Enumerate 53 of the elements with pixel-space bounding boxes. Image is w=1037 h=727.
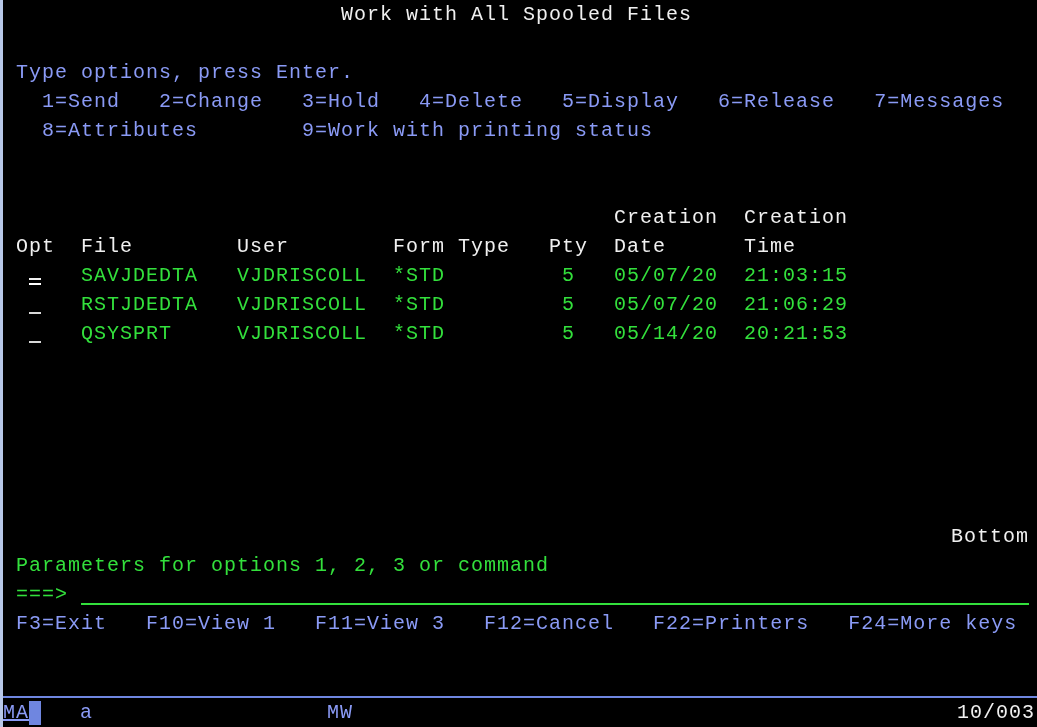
status-field: a (80, 702, 94, 723)
table-cell: 05/07/20 (614, 292, 718, 316)
table-cell: 5 (562, 321, 575, 345)
column-header: File (81, 234, 133, 258)
table-cell: *STD (393, 263, 445, 287)
table-cell: VJDRISCOLL (237, 292, 368, 316)
column-header: Form Type (393, 234, 511, 258)
parameters-label: Parameters for options 1, 2, 3 or command (16, 555, 550, 576)
cursor-icon (29, 277, 41, 280)
table-cell: 05/07/20 (614, 263, 718, 287)
option-legend: 3=Hold (302, 91, 381, 112)
more-indicator: Bottom (951, 526, 1029, 547)
option-legend: 5=Display (562, 91, 680, 112)
table-cell: 05/14/20 (614, 321, 718, 345)
table-cell: RSTJDEDTA (81, 292, 199, 316)
cursor-icon (29, 700, 41, 725)
cursor-position: 10/003 (957, 702, 1036, 723)
table-cell: *STD (393, 321, 445, 345)
screen-title: Work with All Spooled Files (341, 4, 693, 25)
table-cell: 5 (562, 263, 575, 287)
column-header: Time (744, 234, 796, 258)
status-mode: MA (3, 702, 29, 723)
table-cell: 20:21:53 (744, 321, 848, 345)
instructions: Type options, press Enter. (16, 62, 355, 83)
command-prompt: ===> (16, 584, 68, 605)
table-cell: VJDRISCOLL (237, 263, 368, 287)
column-header: Date (614, 234, 666, 258)
table-cell: 21:03:15 (744, 263, 848, 287)
table-cell: 5 (562, 292, 575, 316)
option-legend: 4=Delete (419, 91, 524, 112)
column-header: Creation (614, 205, 718, 229)
option-legend: 8=Attributes (42, 120, 199, 141)
function-key-legend[interactable]: F24=More keys (848, 613, 1018, 634)
column-header: Creation (744, 205, 848, 229)
status-state: MW (327, 702, 354, 723)
column-header: Pty (549, 234, 588, 258)
table-cell: SAVJDEDTA (81, 263, 199, 287)
table-cell: 21:06:29 (744, 292, 848, 316)
option-legend: 9=Work with printing status (302, 120, 654, 141)
function-key-legend[interactable]: F10=View 1 (146, 613, 277, 634)
option-legend: 2=Change (159, 91, 264, 112)
table-cell: *STD (393, 292, 445, 316)
option-legend: 7=Messages (874, 91, 1005, 112)
option-legend: 6=Release (718, 91, 836, 112)
column-header: Opt (16, 234, 55, 258)
function-key-legend[interactable]: F12=Cancel (484, 613, 615, 634)
function-key-legend[interactable]: F11=View 3 (315, 613, 446, 634)
column-header: User (237, 234, 289, 258)
table-cell: VJDRISCOLL (237, 321, 368, 345)
table-cell: QSYSPRT (81, 321, 172, 345)
function-key-legend[interactable]: F3=Exit (16, 613, 107, 634)
function-key-legend[interactable]: F22=Printers (653, 613, 810, 634)
option-legend: 1=Send (42, 91, 120, 112)
